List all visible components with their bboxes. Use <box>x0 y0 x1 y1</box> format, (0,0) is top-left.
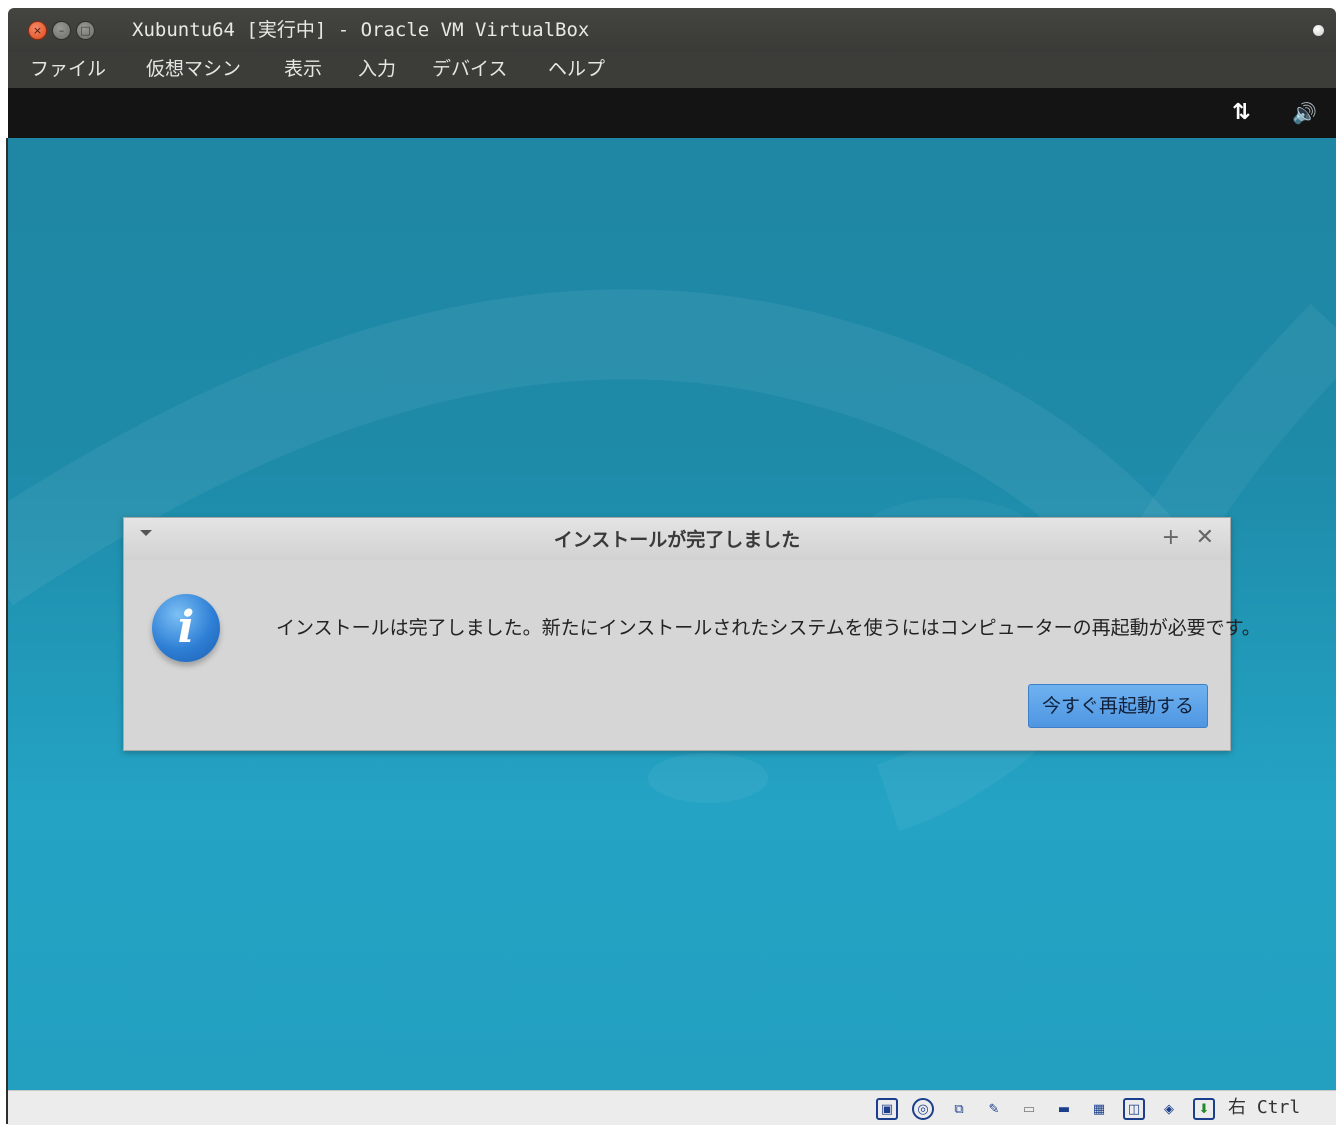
dialog-title: インストールが完了しました <box>553 529 801 551</box>
menu-machine[interactable]: 仮想マシン <box>146 52 241 88</box>
mouse-integration-icon[interactable]: ◈ <box>1158 1098 1180 1120</box>
display-icon[interactable]: ▬ <box>1053 1098 1075 1120</box>
menu-input[interactable]: 入力 <box>358 52 396 88</box>
hard-disk-icon[interactable]: ▣ <box>876 1098 898 1120</box>
indicator-dot-icon <box>1313 25 1324 36</box>
maximize-icon: □ <box>80 24 91 37</box>
close-icon: × <box>32 24 43 37</box>
window-titlebar[interactable]: × – □ Xubuntu64 [実行中] - Oracle VM Virtua… <box>8 8 1336 52</box>
dialog-titlebar[interactable]: インストールが完了しました + ✕ <box>124 518 1230 560</box>
window-minimize-button[interactable]: – <box>52 21 71 40</box>
vbox-status-bar: ▣ ◎ ⧉ ✎ ▭ ▬ ▦ ◫ ◈ ⬇ 右 Ctrl <box>8 1090 1336 1125</box>
network-transfer-icon[interactable]: ⇅ <box>1232 100 1250 126</box>
info-icon: i <box>152 594 220 662</box>
dialog-close-icon[interactable]: ✕ <box>1196 526 1214 550</box>
keyboard-capture-icon[interactable]: ⬇ <box>1193 1098 1215 1120</box>
window-title: Xubuntu64 [実行中] - Oracle VM VirtualBox <box>132 19 590 41</box>
video-capture-icon[interactable]: ▦ <box>1088 1098 1110 1120</box>
install-complete-dialog: インストールが完了しました + ✕ i インストールは完了しました。新たにインス… <box>123 517 1261 751</box>
guest-top-panel: ⇅ 🔊 <box>8 88 1336 138</box>
optical-drive-icon[interactable]: ◎ <box>912 1098 934 1120</box>
minimize-icon: – <box>58 24 65 37</box>
usb-icon[interactable]: ✎ <box>983 1098 1005 1120</box>
host-key-label: 右 Ctrl <box>1228 1097 1301 1118</box>
volume-icon[interactable]: 🔊 <box>1292 100 1317 126</box>
window-frame-edge <box>6 138 8 1124</box>
window-close-button[interactable]: × <box>28 21 47 40</box>
window-maximize-button[interactable]: □ <box>76 21 95 40</box>
menu-help[interactable]: ヘルプ <box>548 52 605 88</box>
dialog-message: インストールは完了しました。新たにインストールされたシステムを使うにはコンピュー… <box>276 617 1261 639</box>
menu-file[interactable]: ファイル <box>30 52 106 88</box>
restart-now-button[interactable]: 今すぐ再起動する <box>1028 684 1208 728</box>
menu-view[interactable]: 表示 <box>284 52 322 88</box>
menu-devices[interactable]: デバイス <box>432 52 507 88</box>
pin-icon[interactable]: + <box>1162 526 1180 550</box>
shared-folder-icon[interactable]: ▭ <box>1018 1098 1040 1120</box>
network-adapter-icon[interactable]: ⧉ <box>948 1098 970 1120</box>
menu-bar: ファイル 仮想マシン 表示 入力 デバイス ヘルプ <box>8 52 1336 88</box>
cpu-icon[interactable]: ◫ <box>1123 1098 1145 1120</box>
